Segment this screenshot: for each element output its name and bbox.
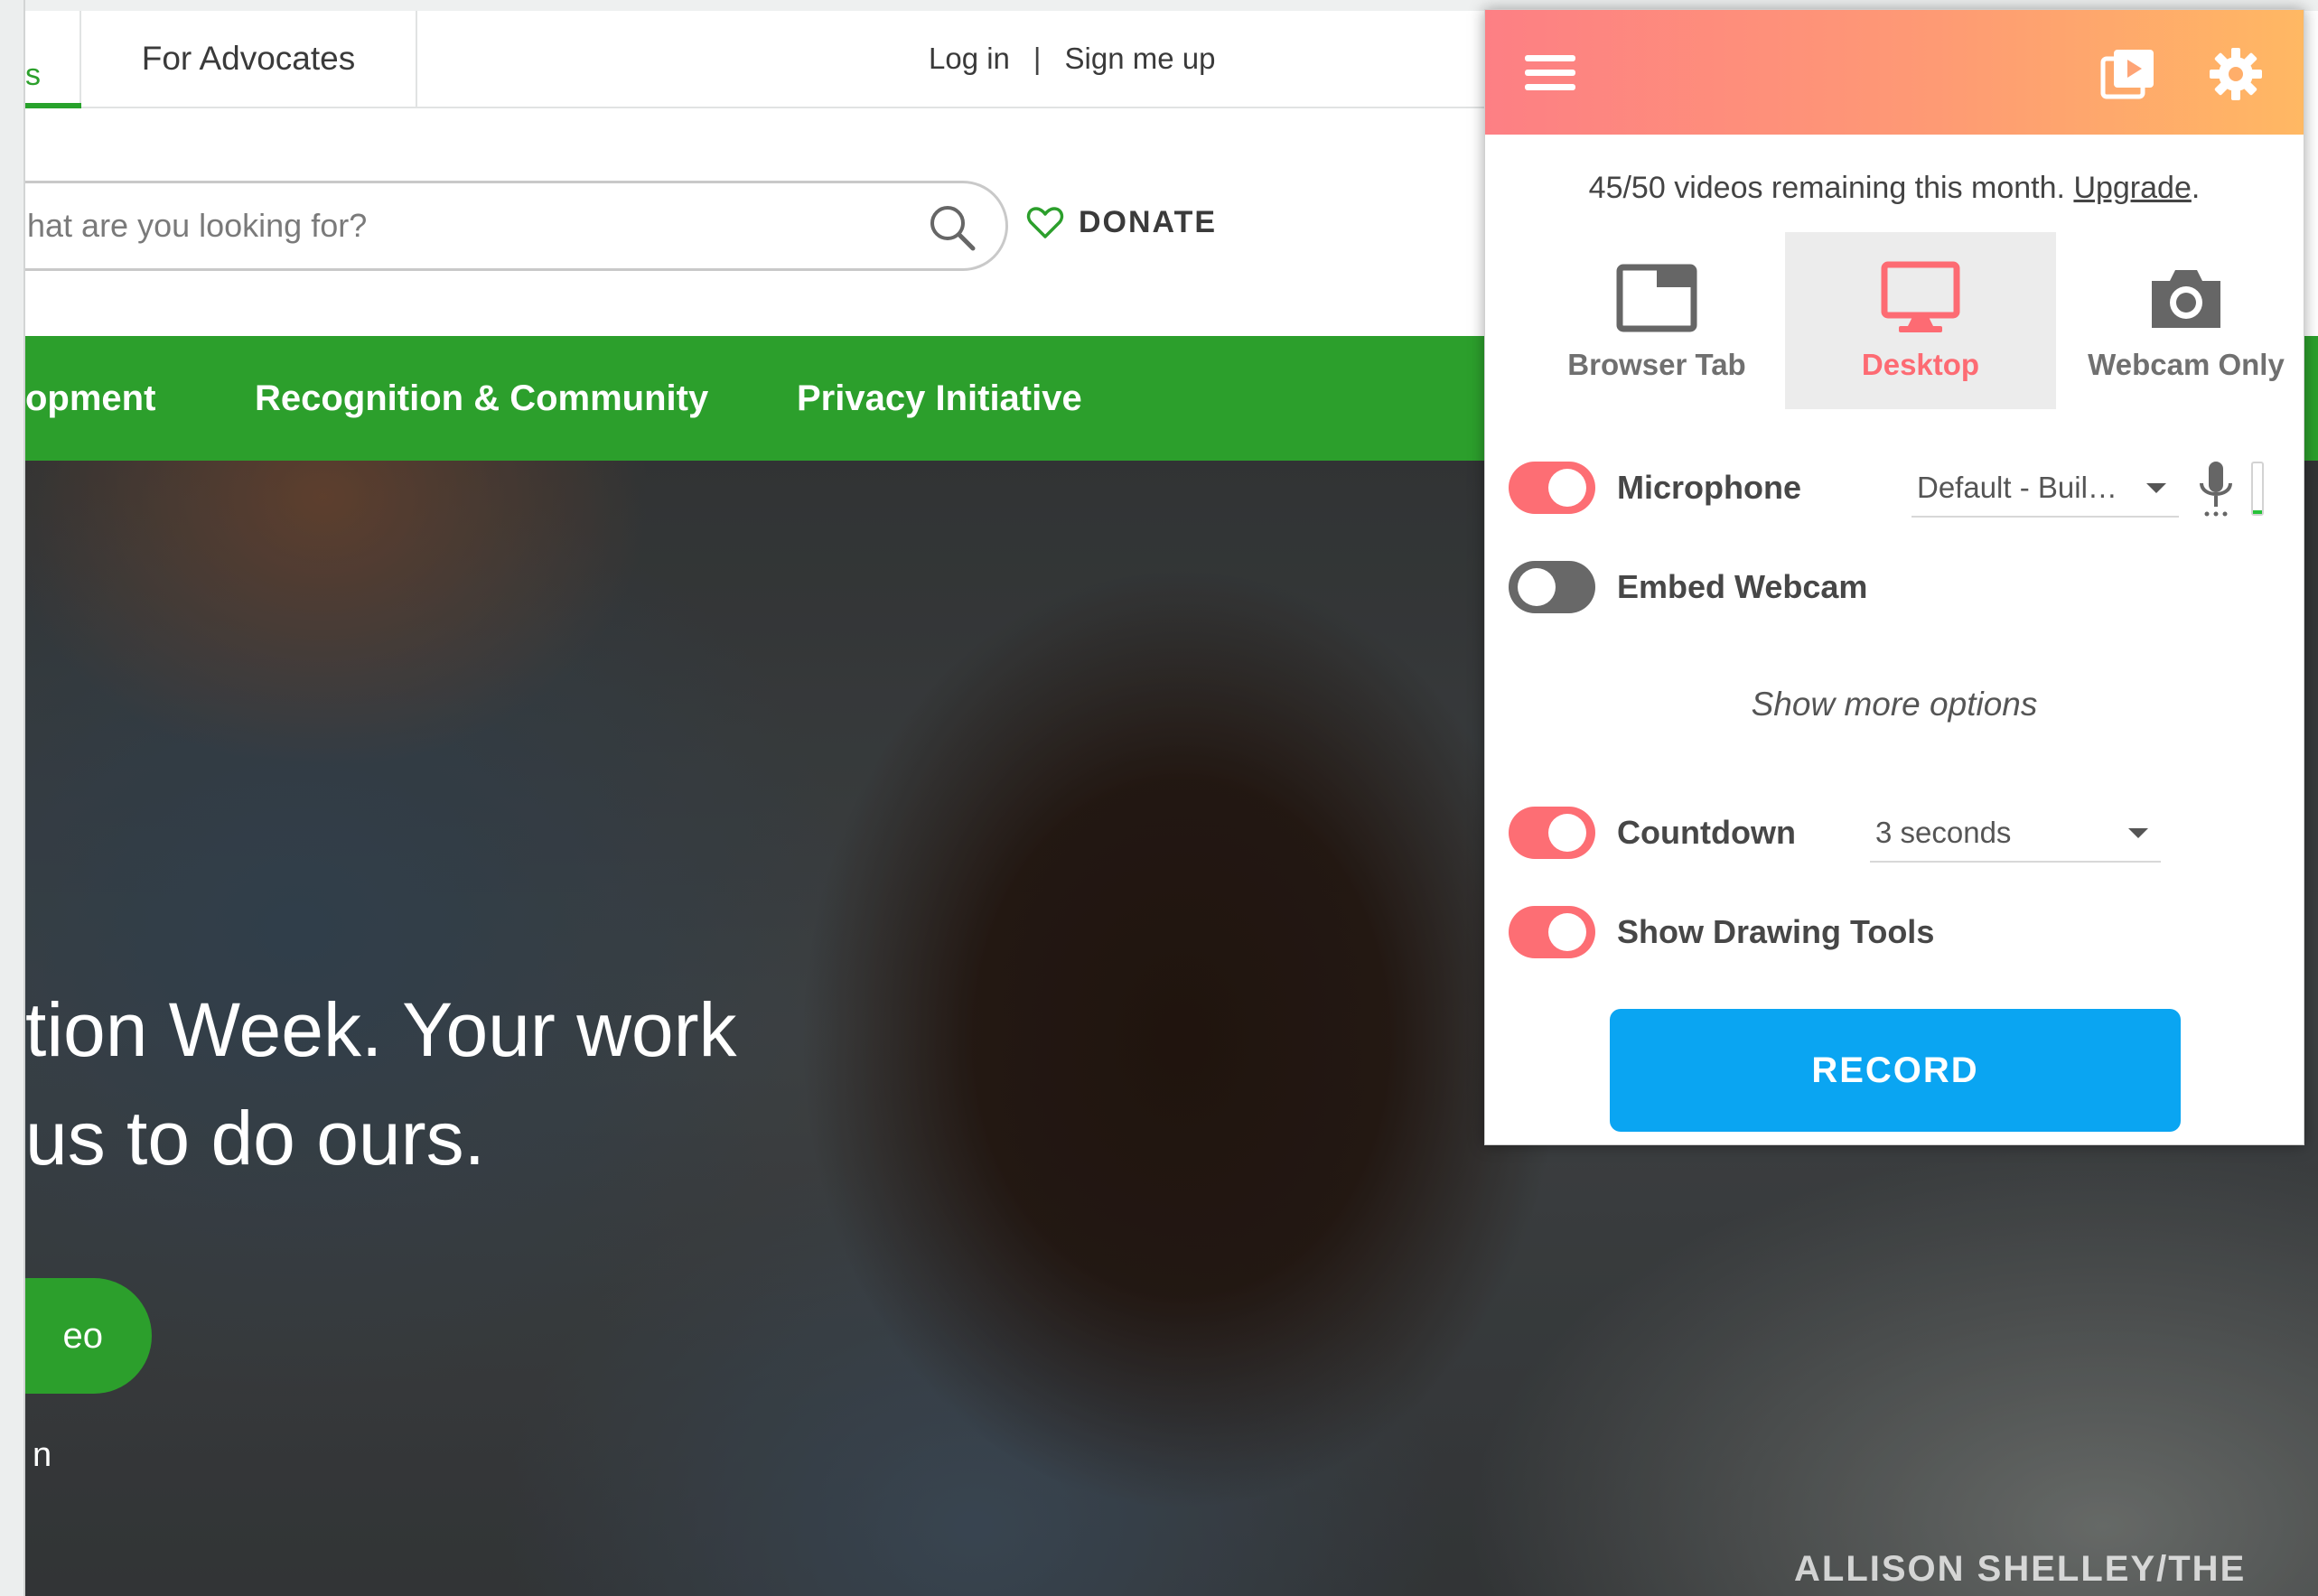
microphone-toggle[interactable] (1509, 462, 1595, 514)
quota-text: 45/50 videos remaining this month. (1588, 171, 2065, 205)
hero-headline-line-1: tion Week. Your work (25, 987, 737, 1072)
search-input[interactable]: hat are you looking for? (25, 183, 367, 268)
hero-headline-line-2: us to do ours. (25, 1096, 485, 1181)
mode-browser-tab[interactable]: Browser Tab (1521, 232, 1792, 409)
desktop-icon (1881, 261, 1960, 332)
menu-icon[interactable] (1525, 55, 1575, 91)
browser-tab-icon (1616, 264, 1697, 332)
site-search-box[interactable]: hat are you looking for? (25, 181, 1008, 271)
screen-recorder-popup: 45/50 videos remaining this month. Upgra… (1484, 9, 2304, 1145)
microphone-label: Microphone (1617, 469, 1801, 506)
capture-mode-selector: Browser Tab Desktop Webcam Only (1521, 232, 2285, 409)
hero-video-button[interactable]: eo (25, 1278, 152, 1394)
chevron-down-icon (2146, 483, 2166, 493)
countdown-toggle[interactable] (1509, 807, 1595, 859)
site-tab-for-advocates[interactable]: For Advocates (81, 11, 417, 107)
hero-headline: tion Week. Your work us to do ours. (25, 975, 737, 1192)
embed-webcam-toggle[interactable] (1509, 561, 1595, 613)
camera-icon (2152, 270, 2220, 328)
drawing-tools-toggle[interactable] (1509, 906, 1595, 958)
countdown-duration-value: 3 seconds (1875, 816, 2012, 849)
quota-message: 45/50 videos remaining this month. Upgra… (1485, 171, 2304, 206)
donate-link[interactable]: DONATE (1026, 195, 1217, 249)
nav-item-recognition-community[interactable]: Recognition & Community (255, 336, 708, 461)
drawing-tools-row: Show Drawing Tools (1509, 901, 2282, 964)
active-tab-underline (25, 103, 81, 108)
nav-item-development[interactable]: opment (25, 336, 155, 461)
mode-browser-tab-label: Browser Tab (1567, 348, 1746, 381)
search-icon[interactable] (926, 201, 978, 254)
gear-icon[interactable] (2208, 46, 2264, 102)
popup-header (1485, 10, 2304, 135)
microphone-level-fill (2253, 509, 2262, 514)
upgrade-link[interactable]: Upgrade (2073, 171, 2191, 205)
show-more-options-link[interactable]: Show more options (1485, 686, 2304, 723)
donate-label: DONATE (1079, 204, 1218, 239)
nav-item-privacy-initiative[interactable]: Privacy Initiative (797, 336, 1082, 461)
countdown-duration-select[interactable]: 3 seconds (1870, 805, 2161, 863)
auth-links: Log in | Sign me up (929, 11, 1215, 107)
microphone-icon (2200, 462, 2232, 517)
window-left-border (0, 0, 25, 1596)
auth-separator: | (1033, 42, 1042, 75)
countdown-row: Countdown 3 seconds (1509, 801, 2282, 864)
microphone-device-select[interactable]: Default - Buil… (1911, 460, 2179, 518)
mode-desktop[interactable]: Desktop (1785, 232, 2056, 409)
chevron-down-icon (2128, 828, 2148, 838)
webcam-row: Embed Webcam (1509, 555, 2282, 619)
site-top-bar: s For Advocates Log in | Sign me up (25, 11, 1507, 108)
embed-webcam-label: Embed Webcam (1617, 568, 1868, 605)
video-library-icon[interactable] (2099, 46, 2157, 100)
photo-credit: ALLISON SHELLEY/THE (1794, 1549, 2247, 1589)
site-tab-active-label: s (25, 58, 41, 92)
site-tab-active[interactable]: s (25, 11, 81, 108)
drawing-tools-label: Show Drawing Tools (1617, 913, 1935, 950)
mode-webcam-only-label: Webcam Only (2088, 348, 2285, 381)
record-button[interactable]: RECORD (1610, 1009, 2181, 1132)
microphone-row: Microphone Default - Buil… (1509, 456, 2282, 519)
signup-link[interactable]: Sign me up (1065, 42, 1216, 76)
quota-period: . (2191, 171, 2201, 205)
login-link[interactable]: Log in (929, 42, 1010, 76)
heart-icon (1026, 207, 1064, 238)
mode-webcam-only[interactable]: Webcam Only (2051, 232, 2318, 409)
microphone-level-meter (2251, 462, 2264, 516)
hero-secondary-link[interactable]: n (33, 1436, 51, 1475)
mode-desktop-label: Desktop (1861, 348, 1980, 381)
countdown-label: Countdown (1617, 814, 1796, 851)
microphone-device-value: Default - Buil… (1917, 471, 2117, 504)
